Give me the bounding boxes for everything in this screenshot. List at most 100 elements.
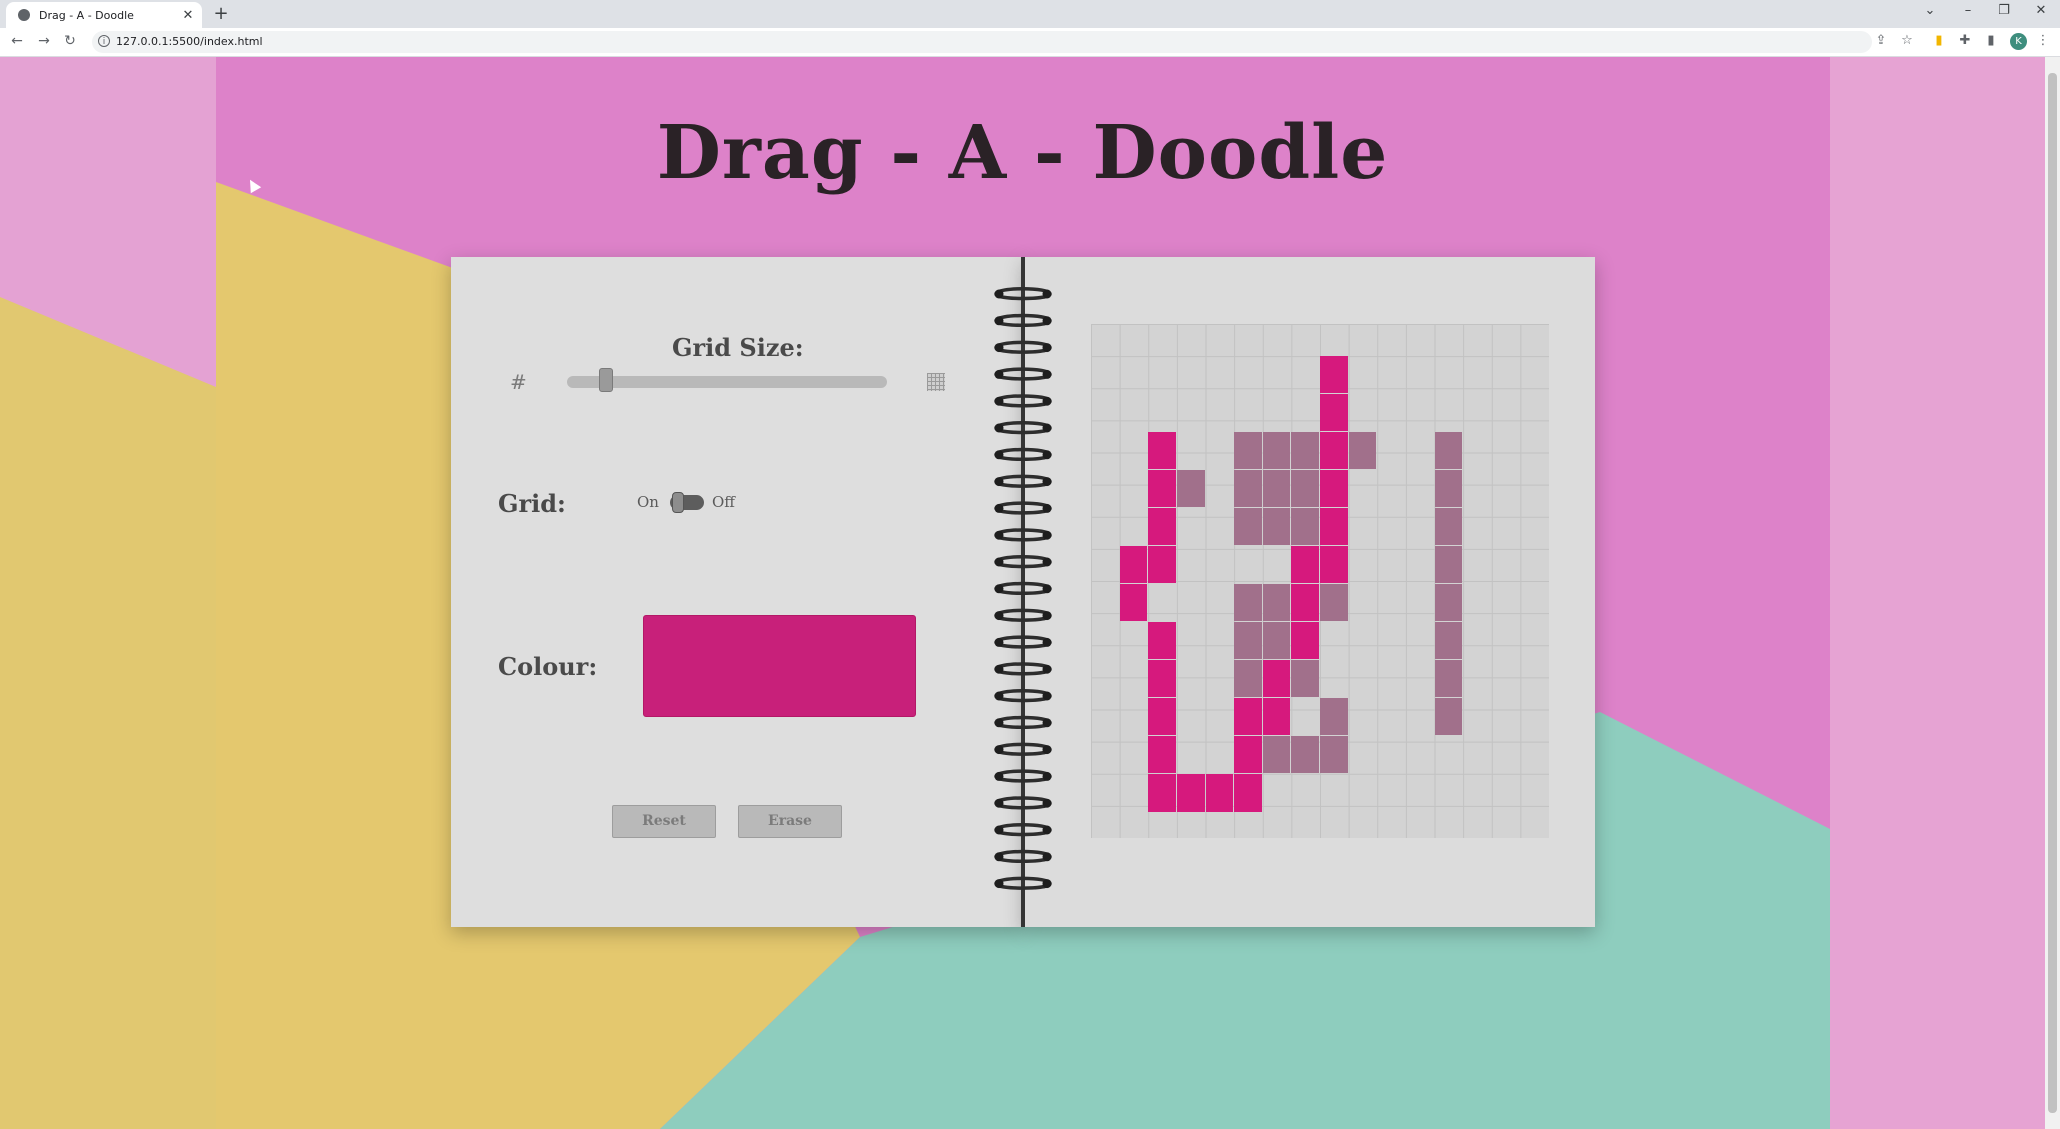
canvas-cell[interactable] (1234, 736, 1262, 774)
spiral-ring (994, 662, 1052, 676)
address-bar[interactable]: i 127.0.0.1:5500/index.html (92, 31, 1872, 53)
canvas-cell[interactable] (1148, 698, 1176, 736)
scrollbar-thumb[interactable] (2048, 73, 2057, 1113)
spiral-ring (994, 796, 1052, 810)
site-info-icon[interactable]: i (98, 35, 110, 47)
canvas-cell[interactable] (1234, 584, 1262, 622)
spiral-ring (994, 635, 1052, 649)
extensions-puzzle-icon[interactable]: ✚ (1956, 33, 1974, 48)
canvas-cell[interactable] (1234, 774, 1262, 812)
canvas-cell[interactable] (1320, 431, 1348, 469)
canvas-cell[interactable] (1119, 546, 1148, 584)
canvas-cell[interactable] (1434, 469, 1463, 507)
grid-toggle[interactable] (670, 492, 704, 513)
erase-button[interactable]: Erase (738, 805, 842, 838)
canvas-cell[interactable] (1234, 622, 1262, 660)
canvas-cell[interactable] (1234, 507, 1262, 546)
canvas-cell[interactable] (1434, 584, 1463, 622)
new-tab-button[interactable]: + (210, 3, 232, 25)
share-icon[interactable]: ⇪ (1872, 33, 1890, 48)
canvas-cell[interactable] (1262, 698, 1291, 736)
spiral-ring (994, 555, 1052, 569)
page-scrollbar[interactable] (2045, 57, 2060, 1129)
forward-button[interactable]: → (35, 33, 53, 49)
spiral-ring (994, 421, 1052, 435)
canvas-cell[interactable] (1320, 507, 1348, 546)
canvas-cell[interactable] (1176, 774, 1205, 812)
canvas-cell[interactable] (1262, 469, 1291, 507)
canvas-cell[interactable] (1148, 622, 1176, 660)
close-tab-icon[interactable]: ✕ (180, 8, 196, 23)
canvas-cell[interactable] (1320, 698, 1348, 736)
back-button[interactable]: ← (8, 33, 26, 49)
reset-button[interactable]: Reset (612, 805, 716, 838)
canvas-cell[interactable] (1234, 431, 1262, 469)
profile-avatar[interactable]: K (2010, 33, 2027, 50)
canvas-cell[interactable] (1320, 736, 1348, 774)
canvas-cell[interactable] (1119, 584, 1148, 622)
tab-title: Drag - A - Doodle (39, 8, 134, 22)
canvas-cell[interactable] (1148, 736, 1176, 774)
canvas-cell[interactable] (1262, 507, 1291, 546)
canvas-cell[interactable] (1262, 660, 1291, 698)
canvas-cell[interactable] (1291, 546, 1319, 584)
grid-size-slider[interactable] (567, 376, 887, 388)
drawing-canvas[interactable] (1091, 324, 1549, 838)
spiral-ring (994, 474, 1052, 488)
canvas-cell[interactable] (1148, 774, 1176, 812)
canvas-cell[interactable] (1262, 431, 1291, 469)
extension-icon[interactable]: ▮ (1930, 33, 1948, 48)
canvas-cell[interactable] (1320, 546, 1348, 584)
canvas-cell[interactable] (1148, 546, 1176, 584)
canvas-cell[interactable] (1234, 469, 1262, 507)
canvas-cell[interactable] (1291, 469, 1319, 507)
canvas-cell[interactable] (1291, 660, 1319, 698)
browser-tab[interactable]: Drag - A - Doodle ✕ (6, 2, 202, 28)
tab-search-chevron-icon[interactable]: ⌄ (1920, 3, 1940, 18)
browser-menu-icon[interactable]: ⋮ (2034, 33, 2052, 48)
side-panel-icon[interactable]: ▮ (1982, 33, 2000, 48)
canvas-cell[interactable] (1148, 469, 1176, 507)
canvas-cell[interactable] (1234, 698, 1262, 736)
canvas-cell[interactable] (1291, 622, 1319, 660)
canvas-cell[interactable] (1262, 584, 1291, 622)
reload-button[interactable]: ↻ (61, 33, 79, 49)
minimize-button[interactable]: – (1958, 3, 1978, 18)
spiral-binding (994, 287, 1052, 890)
canvas-cell[interactable] (1320, 355, 1348, 393)
canvas-cell[interactable] (1320, 393, 1348, 431)
restore-button[interactable]: ❐ (1994, 3, 2014, 18)
colour-label: Colour: (498, 652, 598, 681)
spiral-ring (994, 715, 1052, 729)
canvas-cell[interactable] (1291, 736, 1319, 774)
canvas-cell[interactable] (1434, 431, 1463, 469)
hash-icon: # (510, 370, 527, 394)
fine-grid-icon (927, 373, 945, 391)
bookmark-star-icon[interactable]: ☆ (1898, 33, 1916, 48)
canvas-cell[interactable] (1434, 660, 1463, 698)
canvas-cell[interactable] (1434, 622, 1463, 660)
canvas-cell[interactable] (1234, 660, 1262, 698)
close-window-button[interactable]: ✕ (2031, 3, 2051, 18)
colour-picker[interactable] (643, 615, 916, 717)
canvas-cell[interactable] (1291, 431, 1319, 469)
canvas-cell[interactable] (1262, 622, 1291, 660)
canvas-cell[interactable] (1291, 507, 1319, 546)
canvas-cell[interactable] (1320, 584, 1348, 622)
canvas-cell[interactable] (1148, 660, 1176, 698)
canvas-cell[interactable] (1148, 431, 1176, 469)
canvas-cell[interactable] (1148, 507, 1176, 546)
grid-size-slider-thumb[interactable] (599, 368, 613, 392)
canvas-cell[interactable] (1291, 584, 1319, 622)
canvas-cell[interactable] (1434, 698, 1463, 736)
canvas-cell[interactable] (1176, 469, 1205, 507)
canvas-cell[interactable] (1320, 469, 1348, 507)
toggle-knob[interactable] (672, 492, 684, 513)
canvas-cell[interactable] (1434, 507, 1463, 546)
canvas-cell[interactable] (1348, 431, 1377, 469)
canvas-cell[interactable] (1262, 736, 1291, 774)
canvas-cell[interactable] (1205, 774, 1234, 812)
grid-on-label: On (637, 493, 659, 511)
spiral-ring (994, 849, 1052, 863)
canvas-cell[interactable] (1434, 546, 1463, 584)
